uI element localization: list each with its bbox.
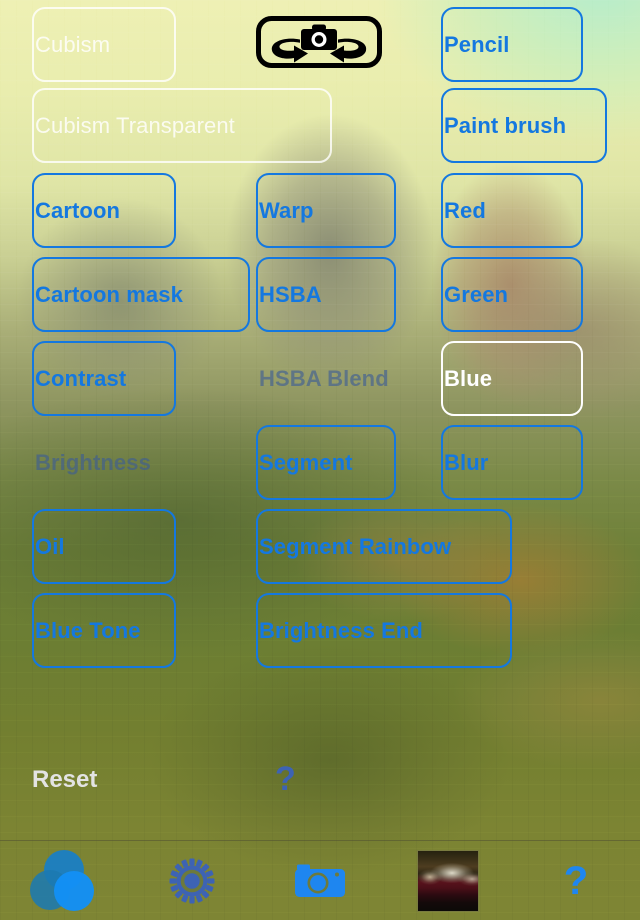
camera-icon — [295, 864, 345, 897]
filter-button-brightness-end[interactable]: Brightness End — [256, 593, 512, 668]
camera-flip-icon — [256, 16, 382, 68]
filter-button-segment-rainbow[interactable]: Segment Rainbow — [256, 509, 512, 584]
photo-filter-app: Cubism Cubism Transparent Cartoon Cartoon m… — [0, 0, 640, 920]
reset-button[interactable]: Reset — [32, 766, 97, 794]
toolbar-item-help[interactable]: ? — [512, 841, 640, 920]
filter-button-blue[interactable]: Blue — [441, 341, 583, 416]
filter-button-green[interactable]: Green — [441, 257, 583, 332]
filter-button-brightness: Brightness — [35, 449, 151, 475]
filter-button-contrast[interactable]: Contrast — [32, 341, 176, 416]
filter-button-red[interactable]: Red — [441, 173, 583, 248]
help-button-center[interactable]: ? — [275, 760, 296, 799]
filter-button-blue-tone[interactable]: Blue Tone — [32, 593, 176, 668]
camera-flip-button[interactable] — [256, 16, 382, 68]
filter-button-cartoon-mask[interactable]: Cartoon mask — [32, 257, 250, 332]
filter-button-segment[interactable]: Segment — [256, 425, 396, 500]
filter-button-grid: Cubism Cubism Transparent Cartoon Cartoon m… — [0, 0, 640, 700]
photo-thumbnail — [417, 849, 479, 912]
help-icon: ? — [563, 858, 589, 903]
toolbar-item-gallery[interactable] — [384, 841, 512, 920]
filter-button-hsba-blend: HSBA Blend — [259, 365, 389, 391]
filter-button-hsba[interactable]: HSBA — [256, 257, 396, 332]
filter-button-pencil[interactable]: Pencil — [441, 7, 583, 82]
bottom-toolbar: ? — [0, 840, 640, 920]
filter-button-cubism-transparent[interactable]: Cubism Transparent — [32, 88, 332, 163]
filter-button-oil[interactable]: Oil — [32, 509, 176, 584]
filter-button-blur[interactable]: Blur — [441, 425, 583, 500]
filter-button-cartoon[interactable]: Cartoon — [32, 173, 176, 248]
toolbar-item-settings[interactable] — [128, 841, 256, 920]
toolbar-item-capture[interactable] — [256, 841, 384, 920]
filter-button-cubism[interactable]: Cubism — [32, 7, 176, 82]
gear-icon — [169, 858, 215, 903]
color-circles-icon — [30, 849, 94, 911]
filter-button-warp[interactable]: Warp — [256, 173, 396, 248]
toolbar-item-filters[interactable] — [0, 841, 128, 920]
filter-button-paint-brush[interactable]: Paint brush — [441, 88, 607, 163]
